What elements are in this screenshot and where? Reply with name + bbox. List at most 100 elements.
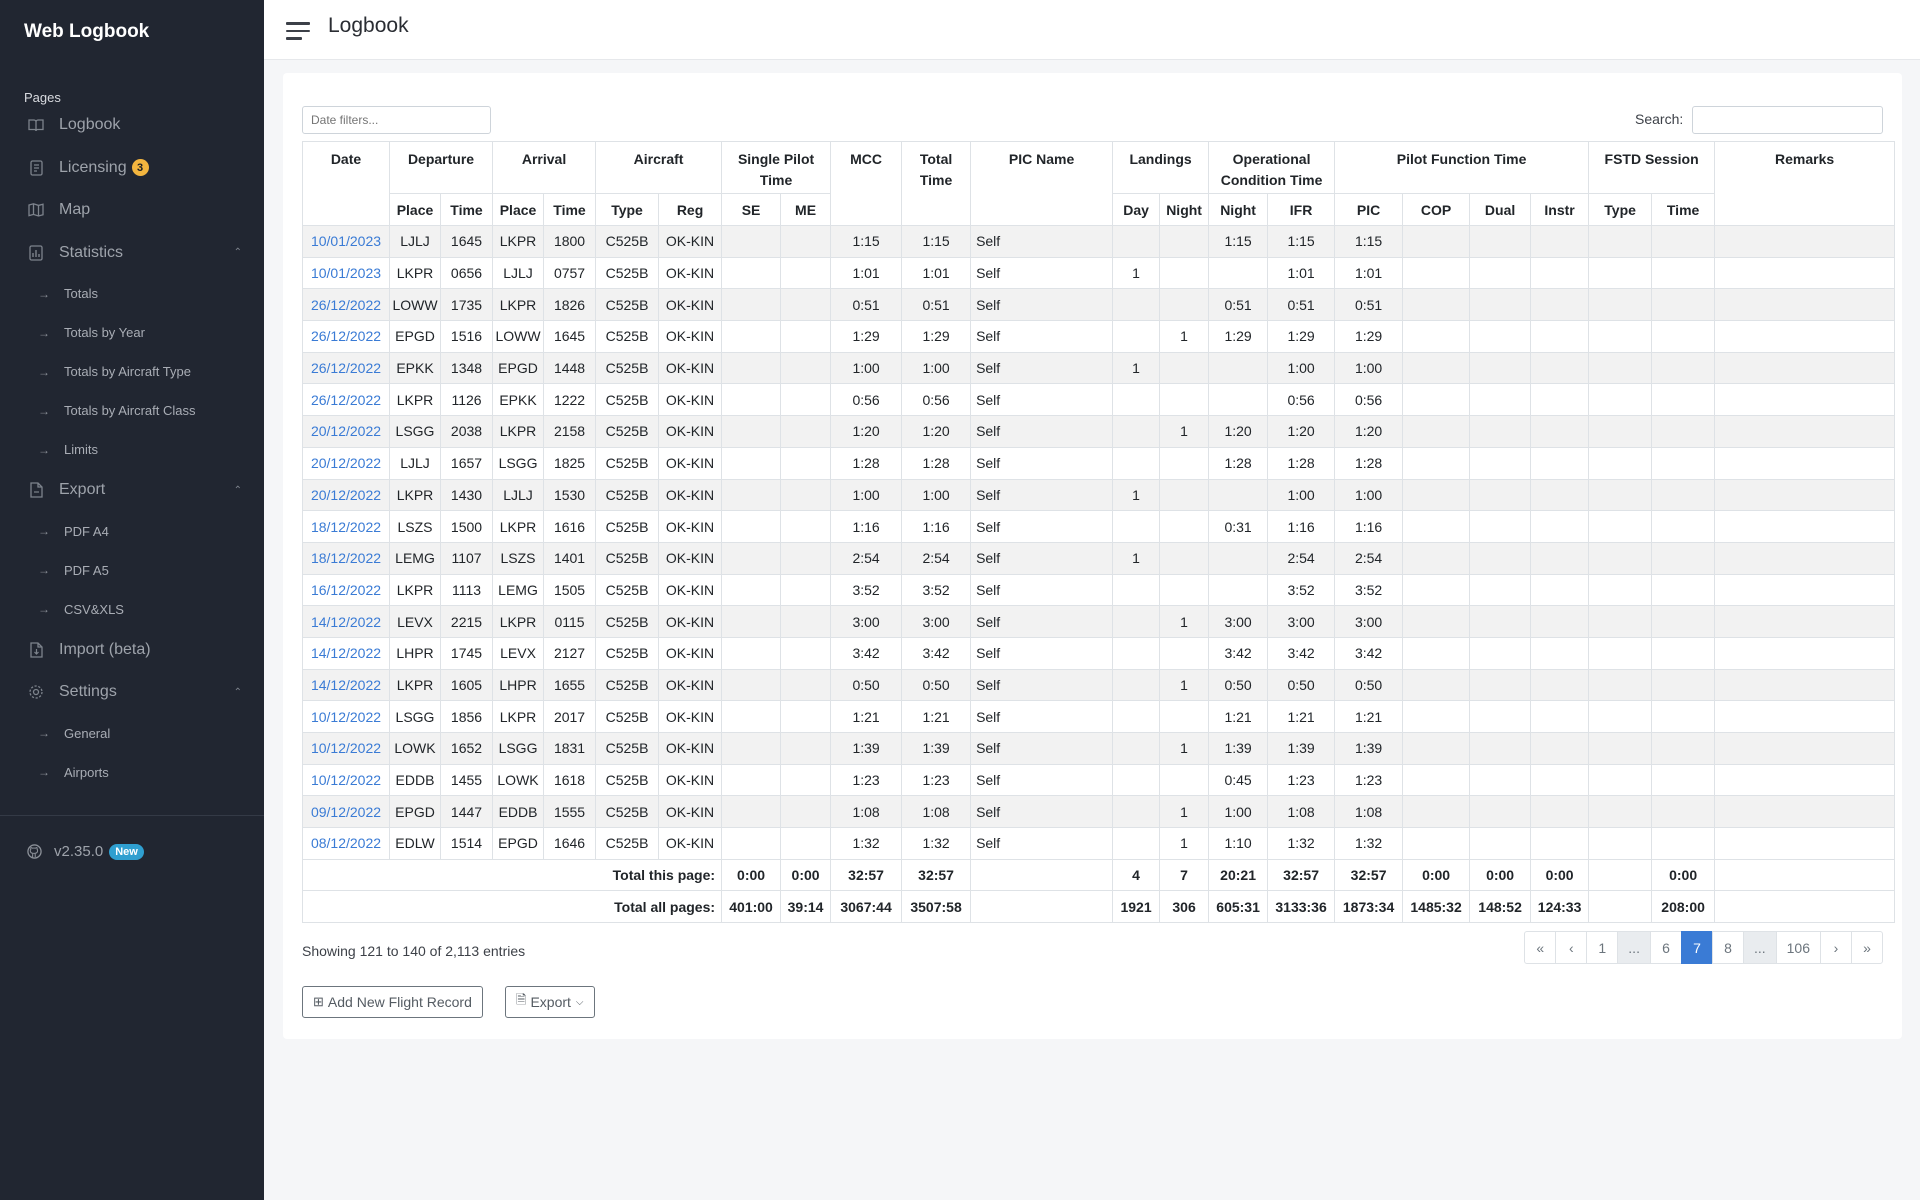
pagination-button[interactable]: 6 xyxy=(1649,931,1682,964)
cell-oc-night: 0:31 xyxy=(1208,510,1269,543)
cell-total-time: 3:00 xyxy=(901,605,972,638)
cell-dep-place: LOWW xyxy=(389,288,441,322)
cell-oc-night: 1:10 xyxy=(1208,827,1269,860)
cell-dep-time: 2038 xyxy=(439,415,494,448)
sidebar-item-export[interactable]: Export ⌃ xyxy=(0,469,264,512)
cell-date[interactable]: 14/12/2022 xyxy=(302,605,390,638)
table-row[interactable]: 26/12/2022 LOWW 1735 LKPR 1826 C525B OK-KIN 0:5… xyxy=(302,288,1896,322)
sidebar-item-logbook[interactable]: Logbook xyxy=(0,104,264,147)
sidebar-subitem-limits[interactable]: → Limits xyxy=(0,430,264,469)
pagination-button[interactable]: « xyxy=(1524,931,1557,964)
sidebar-subitem-label: CSV&XLS xyxy=(64,601,124,617)
table-row[interactable]: 14/12/2022 LEVX 2215 LKPR 0115 C525B OK-KIN 3:0… xyxy=(302,605,1896,638)
sidebar-subitem-pdf-a4[interactable]: → PDF A4 xyxy=(0,512,264,551)
table-row[interactable]: 26/12/2022 EPGD 1516 LOWW 1645 C525B OK-KIN 1:2… xyxy=(302,320,1896,353)
table-row[interactable]: 26/12/2022 EPKK 1348 EPGD 1448 C525B OK-KIN 1:0… xyxy=(302,351,1896,385)
pagination-button[interactable]: 1 xyxy=(1586,931,1619,964)
cell-day xyxy=(1112,605,1161,638)
cell-date[interactable]: 26/12/2022 xyxy=(302,351,390,385)
pagination-button[interactable]: ‹ xyxy=(1555,931,1588,964)
table-row[interactable]: 14/12/2022 LHPR 1745 LEVX 2127 C525B OK-KIN 3:4… xyxy=(302,636,1896,670)
pagination-button[interactable]: 106 xyxy=(1775,931,1821,964)
table-row[interactable]: 16/12/2022 LKPR 1113 LEMG 1505 C525B OK-KIN 3:5… xyxy=(302,573,1896,607)
date-filter-input[interactable] xyxy=(302,106,491,134)
hamburger-menu-icon[interactable] xyxy=(286,22,310,40)
cell-date[interactable]: 14/12/2022 xyxy=(302,636,390,670)
sidebar-subitem-totals[interactable]: → Totals xyxy=(0,274,264,313)
add-flight-record-button[interactable]: ⊞ Add New Flight Record xyxy=(302,986,483,1018)
cell-date[interactable]: 14/12/2022 xyxy=(302,668,390,702)
cell-date[interactable]: 18/12/2022 xyxy=(302,541,390,575)
table-row[interactable]: 18/12/2022 LSZS 1500 LKPR 1616 C525B OK-KIN 1:1… xyxy=(302,510,1896,543)
cell-date[interactable]: 09/12/2022 xyxy=(302,795,390,829)
cell-date[interactable]: 10/01/2023 xyxy=(302,256,390,290)
search-input[interactable] xyxy=(1692,106,1883,134)
sidebar-subitem-totals-by-aircraft-class[interactable]: → Totals by Aircraft Class xyxy=(0,391,264,430)
sidebar-subitem-totals-by-aircraft-type[interactable]: → Totals by Aircraft Type xyxy=(0,352,264,391)
table-row[interactable]: 09/12/2022 EPGD 1447 EDDB 1555 C525B OK-KIN 1:0… xyxy=(302,795,1896,829)
table-row[interactable]: 26/12/2022 LKPR 1126 EPKK 1222 C525B OK-KIN 0:5… xyxy=(302,383,1896,417)
sidebar-subitem-csv-xls[interactable]: → CSV&XLS xyxy=(0,590,264,629)
cell-date[interactable]: 20/12/2022 xyxy=(302,446,390,480)
sidebar-item-label: Export xyxy=(59,481,106,499)
total-label: Total all pages: xyxy=(301,890,723,924)
cell-mcc: 1:39 xyxy=(830,732,903,765)
brand-title[interactable]: Web Logbook xyxy=(0,0,264,64)
table-row[interactable]: 20/12/2022 LJLJ 1657 LSGG 1825 C525B OK-KIN 1:2… xyxy=(302,446,1896,480)
pagination-button[interactable]: › xyxy=(1820,931,1852,964)
cell-date[interactable]: 26/12/2022 xyxy=(302,320,390,353)
cell-pic-name: Self xyxy=(970,763,1114,797)
cell-pic-name: Self xyxy=(970,478,1114,512)
cell-date[interactable]: 10/12/2022 xyxy=(302,700,390,733)
export-dropdown-button[interactable]: 🗎 Export ⌵ xyxy=(505,986,595,1018)
cell-total-time: 1:15 xyxy=(901,225,972,258)
table-row[interactable]: 14/12/2022 LKPR 1605 LHPR 1655 C525B OK-KIN 0:5… xyxy=(302,668,1896,702)
cell-date[interactable]: 16/12/2022 xyxy=(302,573,390,607)
cell-date[interactable]: 10/01/2023 xyxy=(302,225,390,258)
sidebar-item-statistics[interactable]: Statistics ⌃ xyxy=(0,232,264,275)
pagination-button[interactable]: 7 xyxy=(1680,931,1713,964)
cell-arr-place: EPGD xyxy=(492,827,545,860)
cell-se xyxy=(721,541,782,575)
table-row[interactable]: 20/12/2022 LSGG 2038 LKPR 2158 C525B OK-KIN 1:2… xyxy=(302,415,1896,448)
cell-me xyxy=(780,351,832,385)
table-row[interactable]: 10/12/2022 LSGG 1856 LKPR 2017 C525B OK-KIN 1:2… xyxy=(302,700,1896,733)
table-row[interactable]: 10/01/2023 LJLJ 1645 LKPR 1800 C525B OK-KIN 1:1… xyxy=(302,225,1896,258)
sidebar-subitem-pdf-a5[interactable]: → PDF A5 xyxy=(0,551,264,590)
cell-type: C525B xyxy=(595,573,660,607)
cell-se xyxy=(721,700,782,733)
cell-date[interactable]: 26/12/2022 xyxy=(302,383,390,417)
sidebar-subitem-airports[interactable]: → Airports xyxy=(0,753,264,792)
cell-se xyxy=(721,668,782,702)
table-row[interactable]: 20/12/2022 LKPR 1430 LJLJ 1530 C525B OK-KIN 1:0… xyxy=(302,478,1896,512)
cell-pic: 1:29 xyxy=(1334,320,1404,353)
sidebar-subitem-totals-by-year[interactable]: → Totals by Year xyxy=(0,313,264,352)
cell-date[interactable]: 10/12/2022 xyxy=(302,732,390,765)
cell-ifr: 1:28 xyxy=(1267,446,1336,480)
table-row[interactable]: 10/12/2022 EDDB 1455 LOWK 1618 C525B OK-KIN 1:2… xyxy=(302,763,1896,797)
table-row[interactable]: 10/01/2023 LKPR 0656 LJLJ 0757 C525B OK-KIN 1:0… xyxy=(302,256,1896,290)
cell-date[interactable]: 26/12/2022 xyxy=(302,288,390,322)
pagination-button[interactable]: » xyxy=(1851,931,1883,964)
cell-date[interactable]: 20/12/2022 xyxy=(302,478,390,512)
cell-date[interactable]: 10/12/2022 xyxy=(302,763,390,797)
pagination-button[interactable]: 8 xyxy=(1711,931,1744,964)
sidebar-item-licensing[interactable]: Licensing 3 xyxy=(0,147,264,190)
file-icon: 🗎 xyxy=(516,992,527,1007)
cell-date[interactable]: 20/12/2022 xyxy=(302,415,390,448)
cell-fstd-type xyxy=(1588,668,1653,702)
version-link[interactable]: v2.35.0 New xyxy=(27,843,144,860)
table-row[interactable]: 18/12/2022 LEMG 1107 LSZS 1401 C525B OK-KIN 2:5… xyxy=(302,541,1896,575)
table-row[interactable]: 08/12/2022 EDLW 1514 EPGD 1646 C525B OK-KIN 1:3… xyxy=(302,827,1896,860)
table-row[interactable]: 10/12/2022 LOWK 1652 LSGG 1831 C525B OK-KIN 1:3… xyxy=(302,732,1896,765)
sidebar-item-map[interactable]: Map xyxy=(0,189,264,232)
sidebar-item-import[interactable]: Import (beta) xyxy=(0,629,264,672)
cell-cop xyxy=(1402,225,1471,258)
cell-date[interactable]: 18/12/2022 xyxy=(302,510,390,543)
total-value: 148:52 xyxy=(1469,890,1532,924)
cell-arr-place: LEMG xyxy=(492,573,545,607)
arrow-right-icon: → xyxy=(38,524,50,538)
sidebar-item-settings[interactable]: Settings ⌃ xyxy=(0,671,264,714)
cell-date[interactable]: 08/12/2022 xyxy=(302,827,390,860)
sidebar-subitem-general[interactable]: → General xyxy=(0,714,264,753)
